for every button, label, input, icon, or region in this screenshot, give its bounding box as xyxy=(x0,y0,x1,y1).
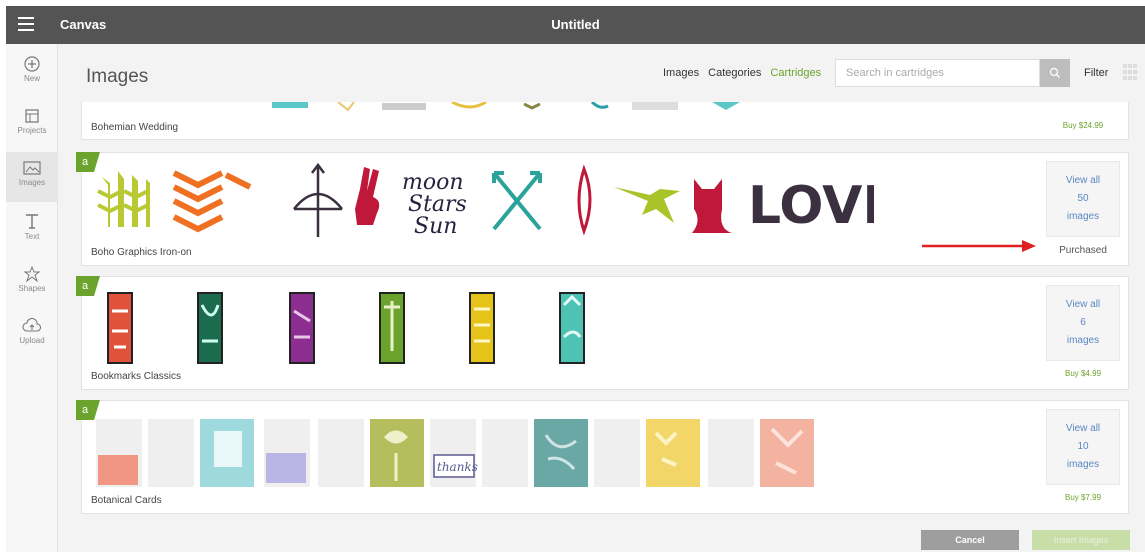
grid-view-icon[interactable] xyxy=(1123,64,1137,80)
tab-cartridges[interactable]: Cartridges xyxy=(770,67,821,79)
svg-text:a: a xyxy=(82,404,89,416)
cartridge-name: Botanical Cards xyxy=(91,495,162,506)
cartridge-card[interactable]: Bohemian Wedding Buy $24.99 xyxy=(81,102,1129,140)
top-bar: Canvas Untitled xyxy=(6,6,1145,44)
cartridge-card[interactable]: a thanks Botanical Cards View all 10 ima… xyxy=(76,400,1129,514)
cartridge-name: Bohemian Wedding xyxy=(91,122,179,133)
images-panel: Images Images Categories Cartridges Sear… xyxy=(58,44,1145,552)
access-badge-icon: a xyxy=(76,276,100,296)
sidebar-item-upload[interactable]: Upload xyxy=(6,310,58,360)
search-input[interactable]: Search in cartridges xyxy=(835,59,1040,87)
cartridge-card[interactable]: a moon Stars Sun LOV Boho Graphics Iron-… xyxy=(76,152,1129,266)
sidebar-label: New xyxy=(23,74,40,83)
svg-text:thanks: thanks xyxy=(437,460,478,474)
document-title: Untitled xyxy=(551,17,600,32)
search-icon xyxy=(1049,67,1060,78)
sidebar-item-text[interactable]: Text xyxy=(6,204,58,254)
view-all-button[interactable]: View all 10 images xyxy=(1046,409,1120,485)
sidebar-item-images[interactable]: Images xyxy=(6,152,58,202)
purchased-status: Purchased xyxy=(1059,245,1107,256)
cartridge-thumbnails xyxy=(272,102,740,112)
sidebar-item-projects[interactable]: Projects xyxy=(6,100,58,150)
cartridge-thumbnails: thanks xyxy=(96,419,814,487)
plus-circle-icon xyxy=(24,56,40,72)
cartridge-thumbnails: moon Stars Sun LOVE xyxy=(97,162,874,239)
cartridge-name: Boho Graphics Iron-on xyxy=(91,247,192,258)
cancel-button[interactable]: Cancel xyxy=(921,530,1019,550)
cartridge-card[interactable]: a Bookmarks Classics View all 6 images B… xyxy=(76,276,1129,390)
cartridge-thumbnails xyxy=(107,292,585,364)
images-icon xyxy=(23,161,41,175)
sidebar-label: Shapes xyxy=(18,284,46,293)
view-all-button[interactable]: View all 6 images xyxy=(1046,285,1120,361)
access-badge-icon: a xyxy=(76,400,100,420)
buy-button[interactable]: Buy $4.99 xyxy=(1046,369,1120,378)
app-window: Canvas Untitled New Projects Images Text… xyxy=(6,6,1145,552)
buy-button[interactable]: Buy $24.99 xyxy=(1046,121,1120,130)
projects-icon xyxy=(25,109,39,123)
source-tabs: Images Categories Cartridges xyxy=(663,67,827,79)
sidebar-label: Projects xyxy=(17,126,47,135)
left-sidebar: New Projects Images Text Shapes Upload xyxy=(6,44,58,552)
cartridge-name: Bookmarks Classics xyxy=(91,371,182,382)
search-button[interactable] xyxy=(1040,59,1070,87)
sidebar-item-new[interactable]: New xyxy=(6,48,58,98)
svg-text:LOVE: LOVE xyxy=(748,176,874,236)
page-title: Images xyxy=(86,66,149,87)
shapes-icon xyxy=(23,266,41,282)
sidebar-item-shapes[interactable]: Shapes xyxy=(6,258,58,308)
buy-button[interactable]: Buy $7.99 xyxy=(1046,493,1120,502)
svg-text:Sun: Sun xyxy=(414,214,457,239)
filter-button[interactable]: Filter xyxy=(1084,67,1108,79)
svg-text:a: a xyxy=(82,156,89,168)
tab-categories[interactable]: Categories xyxy=(708,67,761,79)
tab-images[interactable]: Images xyxy=(663,67,699,79)
sidebar-label: Images xyxy=(18,178,46,187)
sidebar-label: Text xyxy=(24,232,40,241)
footer-bar: Cancel Insert Images xyxy=(58,522,1145,552)
view-all-button[interactable]: View all 50 images xyxy=(1046,161,1120,237)
upload-icon xyxy=(22,318,42,332)
insert-images-button[interactable]: Insert Images xyxy=(1032,530,1130,550)
text-icon xyxy=(26,214,38,229)
sidebar-label: Upload xyxy=(19,336,45,345)
svg-text:a: a xyxy=(82,280,89,292)
annotation-arrow-icon xyxy=(922,240,1036,252)
